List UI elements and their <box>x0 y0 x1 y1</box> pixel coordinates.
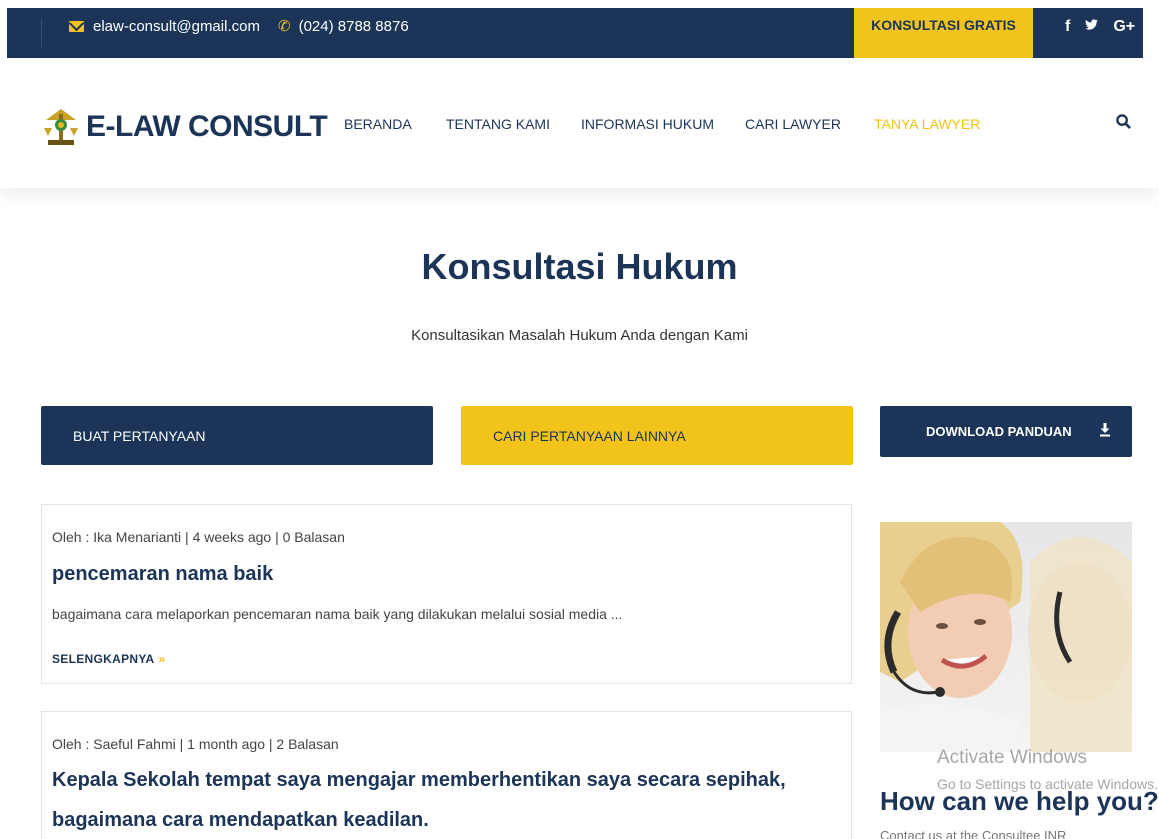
download-guide-label: DOWNLOAD PANDUAN <box>926 424 1072 439</box>
free-consultation-button[interactable]: KONSULTASI GRATIS <box>854 8 1033 58</box>
facebook-icon[interactable]: f <box>1065 18 1070 37</box>
twitter-icon[interactable] <box>1084 18 1099 37</box>
email-text: elaw-consult@gmail.com <box>93 17 260 35</box>
windows-watermark-title: Activate Windows <box>937 747 1087 768</box>
search-icon[interactable] <box>1116 114 1131 129</box>
page-title: Konsultasi Hukum <box>421 246 738 287</box>
download-guide-button[interactable]: DOWNLOAD PANDUAN <box>880 406 1132 457</box>
chevron-right-icon: » <box>158 652 166 666</box>
email-contact[interactable]: elaw-consult@gmail.com <box>69 16 260 36</box>
help-text: Contact us at the Consultee INR <box>880 828 1067 839</box>
ask-question-button[interactable]: BUAT PERTANYAAN <box>41 406 433 465</box>
top-bar: elaw-consult@gmail.com ✆ (024) 8788 8876… <box>7 8 1143 58</box>
download-icon <box>1100 423 1110 437</box>
social-links: f G+ <box>1065 18 1135 37</box>
site-logo[interactable]: E-LAW CONSULT <box>40 106 328 148</box>
phone-icon: ✆ <box>278 18 291 35</box>
question-card: Oleh : Saeful Fahmi | 1 month ago | 2 Ba… <box>41 711 852 839</box>
read-more-link[interactable]: SELENGKAPNYA» <box>52 652 166 666</box>
scales-logo-icon <box>44 109 78 145</box>
page-subtitle: Konsultasikan Masalah Hukum Anda dengan … <box>411 327 748 344</box>
nav-tanya-lawyer[interactable]: TANYA LAWYER <box>874 116 980 132</box>
logo-text: E-LAW CONSULT <box>86 110 328 143</box>
google-plus-icon[interactable]: G+ <box>1113 18 1135 37</box>
nav-tentang-kami[interactable]: TENTANG KAMI <box>446 116 550 132</box>
read-more-label: SELENGKAPNYA <box>52 652 155 666</box>
post-excerpt: bagaimana cara melaporkan pencemaran nam… <box>52 606 623 622</box>
post-title-line-1[interactable]: Kepala Sekolah tempat saya mengajar memb… <box>52 769 786 792</box>
post-title[interactable]: pencemaran nama baik <box>52 563 273 586</box>
question-card: Oleh : Ika Menarianti | 4 weeks ago | 0 … <box>41 504 852 684</box>
nav-informasi-hukum[interactable]: INFORMASI HUKUM <box>581 116 714 132</box>
phone-text: (024) 8788 8876 <box>298 17 409 35</box>
phone-contact[interactable]: ✆ (024) 8788 8876 <box>278 16 409 36</box>
post-meta: Oleh : Ika Menarianti | 4 weeks ago | 0 … <box>52 529 345 545</box>
post-meta: Oleh : Saeful Fahmi | 1 month ago | 2 Ba… <box>52 736 339 752</box>
post-title-line-2[interactable]: bagaimana cara mendapatkan keadilan. <box>52 809 429 832</box>
mail-icon <box>69 20 84 32</box>
nav-beranda[interactable]: BERANDA <box>344 116 412 132</box>
main-header: E-LAW CONSULT BERANDA TENTANG KAMI INFOR… <box>0 58 1159 188</box>
search-questions-button[interactable]: CARI PERTANYAAN LAINNYA <box>461 406 853 465</box>
top-bar-divider <box>41 19 42 47</box>
support-agent-image <box>880 522 1132 752</box>
help-title: How can we help you? <box>880 786 1159 816</box>
nav-cari-lawyer[interactable]: CARI LAWYER <box>745 116 841 132</box>
